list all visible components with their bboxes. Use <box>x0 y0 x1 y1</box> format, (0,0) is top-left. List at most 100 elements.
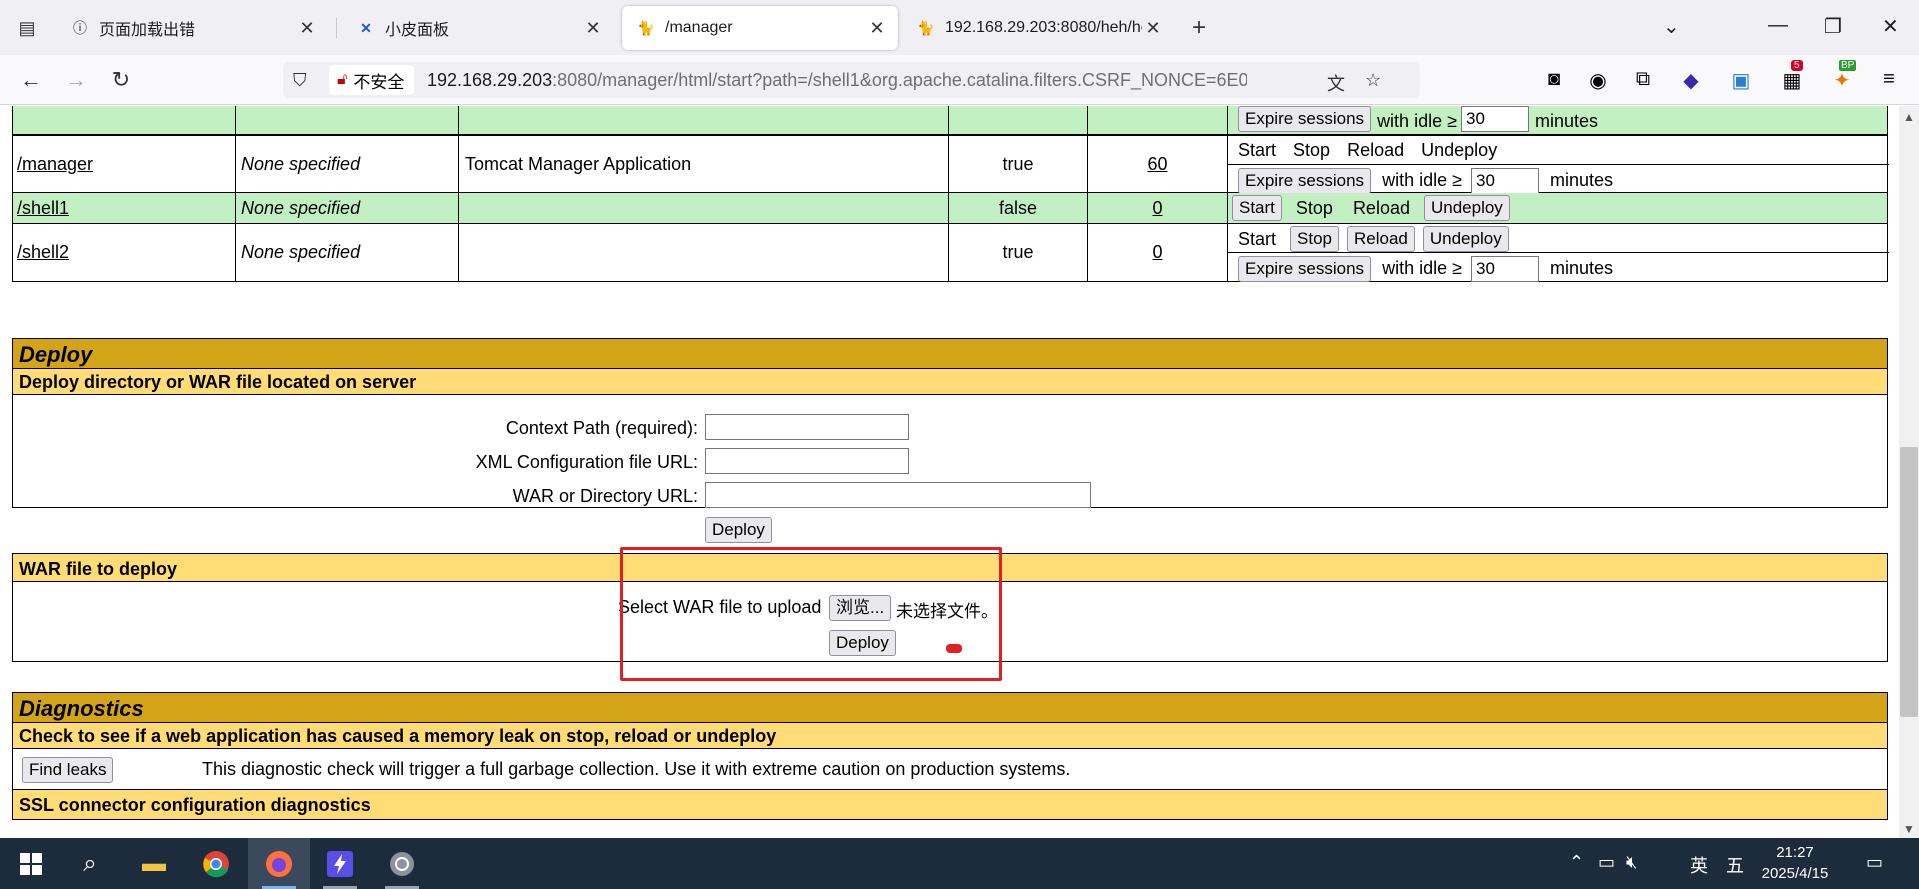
extension-burp-icon[interactable]: ✦ BP <box>1829 60 1857 93</box>
undeploy-button[interactable]: Undeploy <box>1423 195 1510 221</box>
extensions-puzzle-icon[interactable]: ⧉ <box>1630 68 1656 91</box>
table-row-manager: /manager None specified Tomcat Manager A… <box>12 135 1889 194</box>
stop-button[interactable]: Stop <box>1290 226 1339 252</box>
app-sessions-link[interactable]: 60 <box>1147 154 1167 175</box>
scroll-down-icon[interactable]: ▼ <box>1903 822 1915 836</box>
diagnostics-section-title: Diagnostics <box>12 692 1888 723</box>
red-highlight-box <box>620 547 1002 681</box>
security-label: 不安全 <box>353 72 405 92</box>
app-sessions-link[interactable]: 0 <box>1152 198 1162 219</box>
idle-minutes-input[interactable]: 30 <box>1460 106 1529 132</box>
deploy-button[interactable]: Deploy <box>705 517 772 543</box>
expire-sessions-button[interactable]: Expire sessions <box>1238 106 1372 132</box>
pocket-icon[interactable]: ◙ <box>1541 68 1567 91</box>
bookmark-star-icon[interactable]: ☆ <box>1365 70 1381 91</box>
reload-command: Reload <box>1347 140 1405 160</box>
app-running: false <box>998 197 1038 218</box>
file-explorer-icon[interactable]: ▬ <box>137 847 171 881</box>
xp-icon: ✕ <box>360 19 372 36</box>
extension-diamond-icon[interactable]: ◆ <box>1678 68 1704 93</box>
extension-badge-icon[interactable]: ▦ 5 <box>1779 60 1805 93</box>
extension-bp-label: BP <box>1839 60 1857 71</box>
tomcat-icon: 🐈 <box>637 19 655 36</box>
tab-title: /manager <box>665 19 733 36</box>
app-bolt-icon[interactable] <box>323 847 357 881</box>
close-tab-icon[interactable]: ✕ <box>296 18 318 39</box>
tab-page-error[interactable]: ⓘ 页面加载出错 ✕ <box>56 6 328 50</box>
account-icon[interactable]: ◉ <box>1585 68 1611 93</box>
notification-icon[interactable]: ▭ <box>1866 852 1883 873</box>
find-leaks-button[interactable]: Find leaks <box>22 757 114 783</box>
context-path-label: Context Path (required): <box>505 418 698 438</box>
tab-manager[interactable]: 🐈 /manager ✕ <box>622 6 898 50</box>
firefox-icon[interactable] <box>262 847 296 881</box>
volume-muted-icon[interactable]: 🔇︎ <box>1626 852 1637 873</box>
ime-mode-indicator[interactable]: 五 <box>1726 852 1744 878</box>
tab-heh[interactable]: 🐈 192.168.29.203:8080/heh/hel ✕ <box>902 6 1174 50</box>
tab-separator <box>336 18 337 38</box>
restore-icon[interactable]: ❐ <box>1824 14 1842 39</box>
app-path-link[interactable]: /shell2 <box>17 242 69 263</box>
browser-nav-bar: ← → ↻ ⛉ 🔓︎ 不安全 192.168.29.203:8080/manag… <box>0 55 1919 105</box>
app-circle-icon[interactable] <box>385 847 419 881</box>
tomcat-icon: 🐈 <box>917 19 935 36</box>
network-icon[interactable]: ▭ <box>1598 852 1615 873</box>
minutes-label: minutes <box>1550 170 1614 190</box>
chrome-icon[interactable] <box>199 847 233 881</box>
xml-config-input[interactable] <box>705 448 909 474</box>
scroll-up-icon[interactable]: ▲ <box>1903 110 1915 124</box>
close-tab-icon[interactable]: ✕ <box>582 18 604 39</box>
expire-sessions-cell: Expire sessions with idle ≥ 30 minutes <box>1228 106 1889 134</box>
close-tab-icon[interactable]: ✕ <box>866 18 888 39</box>
tab-list-icon[interactable]: ▤ <box>14 16 40 40</box>
with-idle-label: with idle ≥ <box>1377 111 1457 131</box>
undeploy-command: Undeploy <box>1421 140 1498 160</box>
info-icon: ⓘ <box>73 20 87 36</box>
context-path-input[interactable] <box>705 414 909 440</box>
extension-ai-icon[interactable]: ▣ <box>1728 68 1754 93</box>
expire-sessions-button[interactable]: Expire sessions <box>1238 168 1372 194</box>
url-text[interactable]: 192.168.29.203:8080/manager/html/start?p… <box>427 70 1247 91</box>
start-button[interactable]: Start <box>1232 195 1282 221</box>
reload-button[interactable]: Reload <box>1347 226 1415 252</box>
app-running: true <box>1002 242 1034 262</box>
app-path-link[interactable]: /shell1 <box>17 198 69 219</box>
app-path-link[interactable]: /manager <box>17 154 93 175</box>
ime-language-indicator[interactable]: 英 <box>1690 852 1708 878</box>
search-icon[interactable]: ⌕ <box>73 847 107 881</box>
app-sessions-link[interactable]: 0 <box>1152 242 1162 263</box>
close-tab-icon[interactable]: ✕ <box>1142 18 1164 39</box>
war-dir-input[interactable] <box>705 482 1091 508</box>
stop-command: Stop <box>1295 197 1333 218</box>
undeploy-button[interactable]: Undeploy <box>1422 226 1509 252</box>
menu-hamburger-icon[interactable]: ≡ <box>1876 68 1902 91</box>
tray-chevron-up-icon[interactable]: ⌃ <box>1569 852 1584 873</box>
clock-date: 2025/4/15 <box>1761 865 1829 882</box>
system-clock[interactable]: 21:27 2025/4/15 <box>1755 842 1835 884</box>
url-host: 192.168.29.203 <box>427 70 553 90</box>
translate-icon[interactable]: 文 <box>1327 70 1345 96</box>
scrollbar-thumb[interactable] <box>1900 447 1918 717</box>
extension-badge-count: 5 <box>1791 60 1803 71</box>
idle-minutes-input[interactable]: 30 <box>1471 168 1540 194</box>
expire-sessions-button[interactable]: Expire sessions <box>1238 256 1372 282</box>
back-arrow-icon[interactable]: ← <box>16 67 46 93</box>
windows-start-icon[interactable] <box>14 847 48 881</box>
leak-description: This diagnostic check will trigger a ful… <box>202 759 1071 779</box>
table-row-shell2: /shell2 None specified true 0 Start Stop… <box>12 224 1889 282</box>
xml-config-label: XML Configuration file URL: <box>475 452 698 472</box>
security-indicator[interactable]: 🔓︎ 不安全 <box>329 65 415 95</box>
red-marker <box>946 644 962 653</box>
url-bar[interactable]: ⛉ 🔓︎ 不安全 192.168.29.203:8080/manager/htm… <box>283 62 1420 98</box>
reload-icon[interactable]: ↻ <box>106 67 136 93</box>
forward-arrow-icon[interactable]: → <box>61 67 91 93</box>
tab-xp-panel[interactable]: ✕ 小皮面板 ✕ <box>342 6 614 50</box>
table-row-partial: Expire sessions with idle ≥ 30 minutes <box>12 106 1888 135</box>
minimize-icon[interactable]: — <box>1768 14 1788 37</box>
shield-icon[interactable]: ⛉ <box>293 70 307 91</box>
idle-minutes-input[interactable]: 30 <box>1471 256 1540 282</box>
new-tab-plus-icon[interactable]: + <box>1192 14 1206 42</box>
list-all-tabs-chevron-icon[interactable]: ⌄ <box>1663 14 1680 39</box>
close-window-icon[interactable]: ✕ <box>1882 14 1899 39</box>
app-display-name: Tomcat Manager Application <box>465 153 692 174</box>
